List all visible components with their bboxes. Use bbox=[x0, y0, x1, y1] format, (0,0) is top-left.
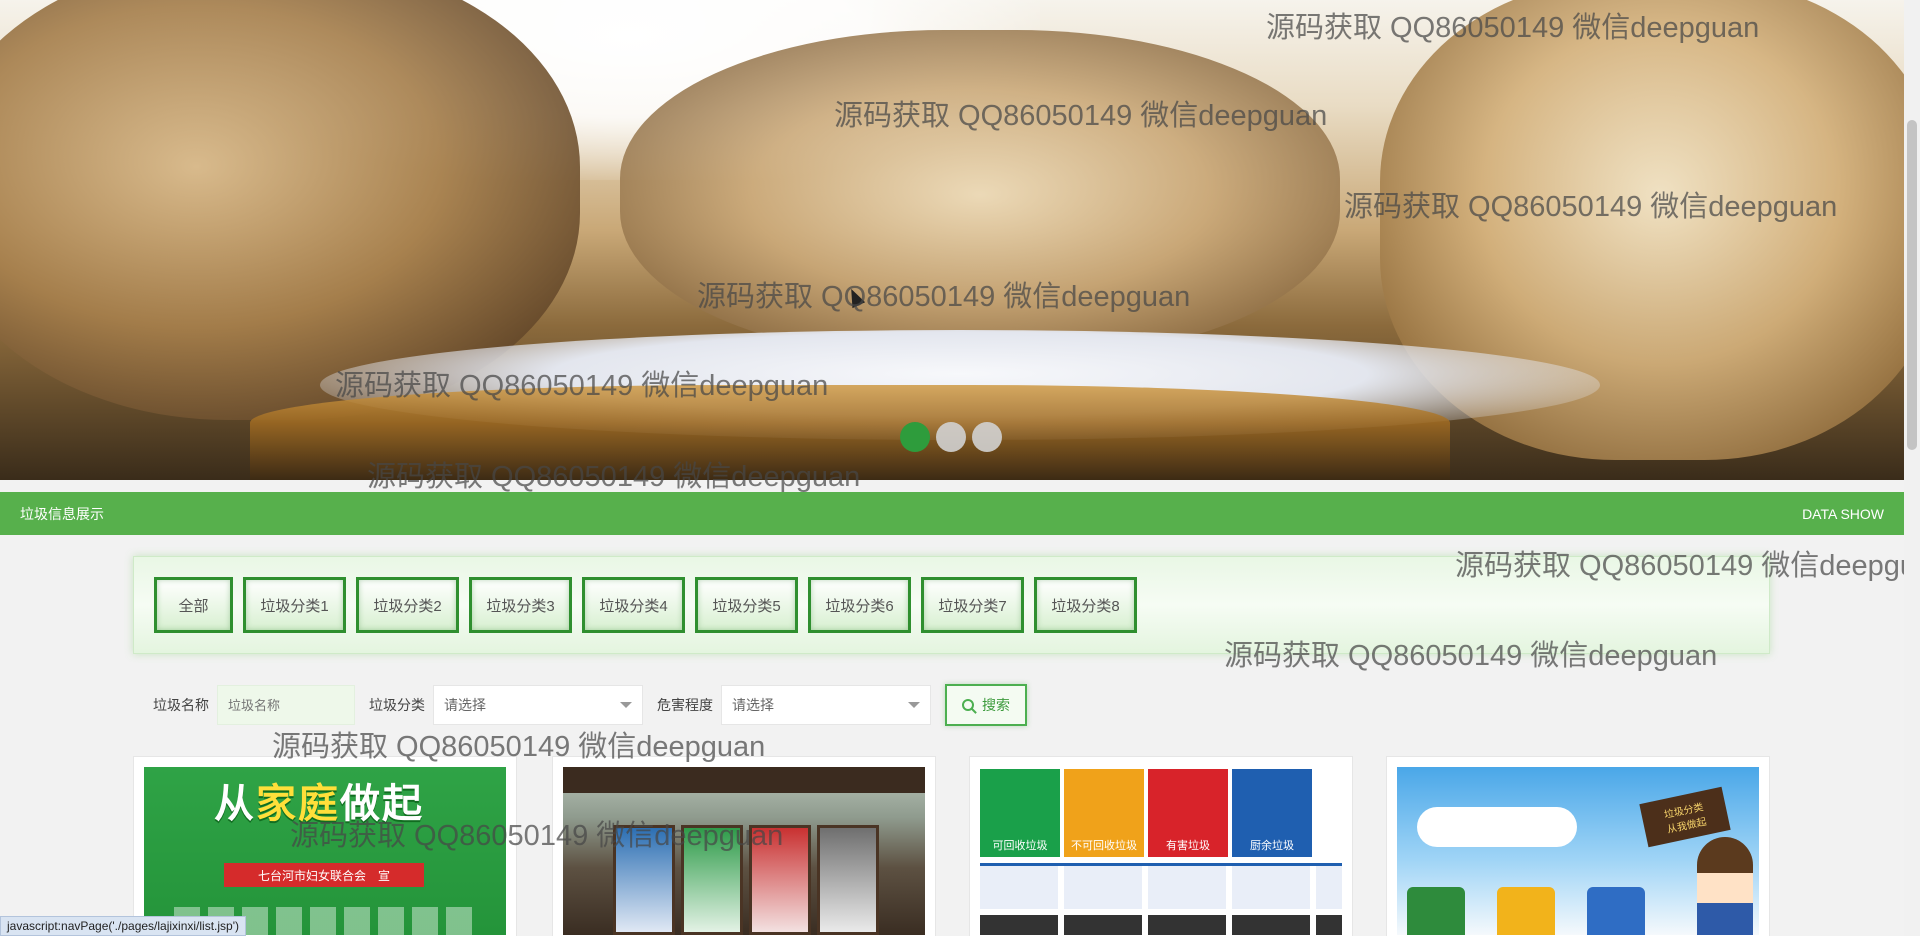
page-scrollbar[interactable] bbox=[1904, 0, 1920, 936]
chevron-down-icon bbox=[908, 702, 920, 708]
kiosk-panel bbox=[613, 825, 675, 935]
item-image-2[interactable] bbox=[563, 767, 925, 935]
poster-headline: 从家庭做起 bbox=[214, 782, 424, 826]
item-image-1[interactable]: 从家庭做起 七台河市妇女联合会 宣 bbox=[144, 767, 506, 935]
search-button[interactable]: 搜索 bbox=[945, 684, 1027, 726]
category-tab-7[interactable]: 垃圾分类7 bbox=[921, 577, 1024, 633]
kiosk-panel bbox=[817, 825, 879, 935]
sign-icon-row bbox=[980, 915, 1342, 935]
name-input[interactable] bbox=[217, 685, 355, 725]
search-form: 垃圾名称 垃圾分类 请选择 危害程度 请选择 搜索 bbox=[153, 684, 1027, 726]
carousel-dot-2[interactable] bbox=[936, 422, 966, 452]
category-label: 垃圾分类 bbox=[369, 697, 425, 713]
item-card-3[interactable]: 可回收垃圾 不可回收垃圾 有害垃圾 厨余垃圾 bbox=[969, 756, 1353, 936]
browser-status-bar: javascript:navPage('./pages/lajixinxi/li… bbox=[0, 916, 247, 936]
recyclable-tile: 可回收垃圾 bbox=[980, 769, 1060, 857]
section-subtitle: DATA SHOW bbox=[1802, 505, 1884, 522]
category-select-value: 请选择 bbox=[444, 697, 486, 713]
banner-river bbox=[250, 385, 1450, 480]
chevron-down-icon bbox=[620, 702, 632, 708]
trash-bin-icon bbox=[1497, 887, 1555, 935]
category-tab-8[interactable]: 垃圾分类8 bbox=[1034, 577, 1137, 633]
banner-trees-middle bbox=[620, 30, 1340, 360]
category-list: 全部 垃圾分类1 垃圾分类2 垃圾分类3 垃圾分类4 垃圾分类5 垃圾分类6 垃… bbox=[154, 577, 1137, 633]
danger-select-value: 请选择 bbox=[732, 697, 774, 713]
kiosk-panel bbox=[749, 825, 811, 935]
kitchen-waste-tile: 厨余垃圾 bbox=[1232, 769, 1312, 857]
sign-icon-row bbox=[980, 863, 1342, 909]
category-tab-1[interactable]: 垃圾分类1 bbox=[243, 577, 346, 633]
trash-bin-icon bbox=[1407, 887, 1465, 935]
category-tab-all[interactable]: 全部 bbox=[154, 577, 233, 633]
scrollbar-thumb[interactable] bbox=[1907, 120, 1917, 450]
trash-bin-icon bbox=[1587, 887, 1645, 935]
poster-ribbon: 七台河市妇女联合会 宣 bbox=[224, 863, 424, 887]
cloud-shape bbox=[1417, 807, 1577, 847]
category-tab-5[interactable]: 垃圾分类5 bbox=[695, 577, 798, 633]
item-image-4[interactable]: 垃圾分类 从我做起 bbox=[1397, 767, 1759, 935]
category-panel: 全部 垃圾分类1 垃圾分类2 垃圾分类3 垃圾分类4 垃圾分类5 垃圾分类6 垃… bbox=[133, 556, 1770, 654]
danger-label: 危害程度 bbox=[657, 697, 713, 713]
section-title: 垃圾信息展示 bbox=[20, 505, 104, 522]
cartoon-girl bbox=[1697, 837, 1753, 935]
kiosk-panel bbox=[681, 825, 743, 935]
section-header: 垃圾信息展示 DATA SHOW bbox=[0, 492, 1904, 535]
category-tab-3[interactable]: 垃圾分类3 bbox=[469, 577, 572, 633]
hazardous-tile: 有害垃圾 bbox=[1148, 769, 1228, 857]
carousel-indicators bbox=[900, 422, 1002, 452]
search-icon bbox=[962, 699, 974, 711]
kiosk-roof bbox=[563, 767, 925, 793]
carousel-dot-3[interactable] bbox=[972, 422, 1002, 452]
non-recyclable-tile: 不可回收垃圾 bbox=[1064, 769, 1144, 857]
hero-banner[interactable] bbox=[0, 0, 1904, 480]
item-card-2[interactable] bbox=[552, 756, 936, 936]
category-tab-6[interactable]: 垃圾分类6 bbox=[808, 577, 911, 633]
category-tab-2[interactable]: 垃圾分类2 bbox=[356, 577, 459, 633]
item-card-4[interactable]: 垃圾分类 从我做起 bbox=[1386, 756, 1770, 936]
danger-select[interactable]: 请选择 bbox=[721, 685, 931, 725]
category-tab-4[interactable]: 垃圾分类4 bbox=[582, 577, 685, 633]
category-select[interactable]: 请选择 bbox=[433, 685, 643, 725]
carousel-dot-1[interactable] bbox=[900, 422, 930, 452]
item-image-3[interactable]: 可回收垃圾 不可回收垃圾 有害垃圾 厨余垃圾 bbox=[980, 767, 1342, 935]
item-card-1[interactable]: 从家庭做起 七台河市妇女联合会 宣 bbox=[133, 756, 517, 936]
name-label: 垃圾名称 bbox=[153, 697, 209, 713]
search-button-label: 搜索 bbox=[982, 697, 1010, 713]
